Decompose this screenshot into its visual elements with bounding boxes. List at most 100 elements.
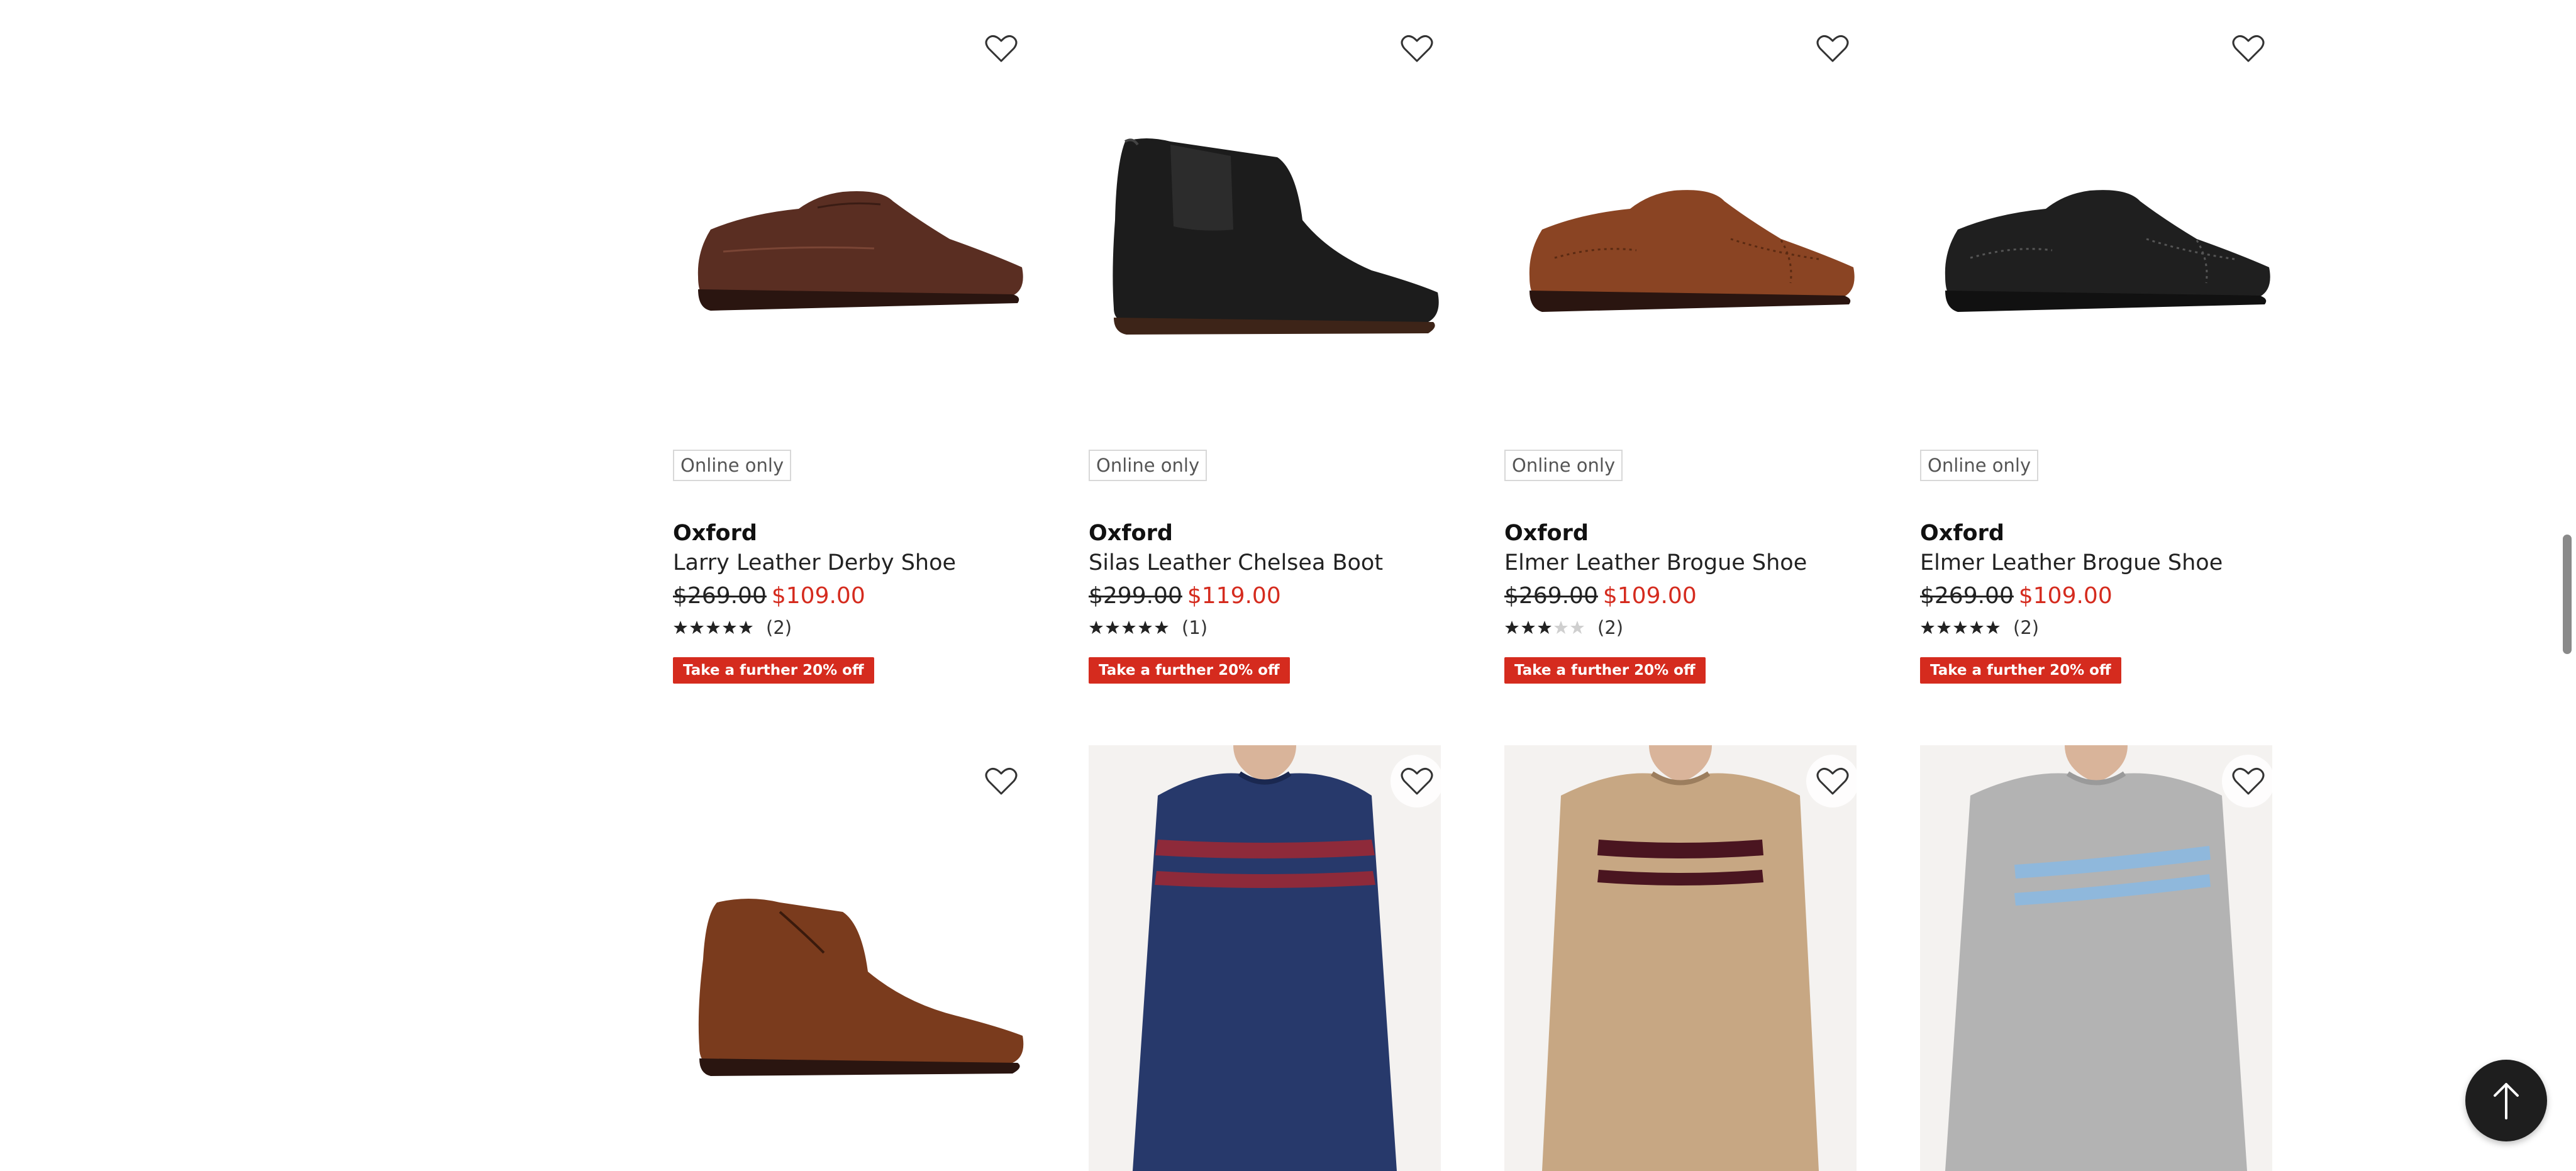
brogue-shoe-image	[1529, 190, 1855, 312]
heart-outline-icon	[1816, 767, 1849, 795]
arrow-up-icon	[2494, 1083, 2519, 1119]
star-icon	[1937, 621, 1951, 634]
grey-sweater-image	[1920, 745, 2272, 1171]
star-icon	[1538, 621, 1552, 634]
product-card[interactable]	[1920, 745, 2275, 1171]
star-icon	[690, 621, 704, 634]
star-rating	[1504, 620, 1585, 635]
product-image[interactable]	[1504, 745, 1857, 1171]
product-image[interactable]	[1504, 13, 1857, 440]
product-rating[interactable]: (1)	[1089, 616, 1208, 639]
sale-price: $109.00	[771, 583, 865, 609]
product-name[interactable]: Elmer Leather Brogue Shoe	[1920, 550, 2223, 575]
promo-badge: Take a further 20% off	[1920, 657, 2121, 684]
star-icon	[1138, 621, 1152, 634]
was-price: $269.00	[673, 583, 767, 609]
heart-outline-icon	[1816, 35, 1849, 62]
product-prices: $269.00 $109.00	[1920, 583, 2112, 609]
sale-price: $109.00	[2018, 583, 2112, 609]
wishlist-button[interactable]	[1391, 22, 1443, 75]
product-listing-page: Online only Oxford Larry Leather Derby S…	[0, 0, 2576, 1171]
online-only-badge: Online only	[1504, 450, 1623, 481]
product-card[interactable]	[1089, 745, 1443, 1171]
star-icon	[1986, 621, 2000, 634]
star-icon	[1970, 621, 1984, 634]
sale-price: $119.00	[1187, 583, 1281, 609]
product-card[interactable]: Online only Oxford Larry Leather Derby S…	[673, 13, 1028, 742]
heart-outline-icon	[2232, 767, 2265, 795]
wishlist-button[interactable]	[1391, 755, 1443, 807]
promo-badge: Take a further 20% off	[1089, 657, 1290, 684]
heart-outline-icon	[985, 35, 1018, 62]
product-card[interactable]	[1504, 745, 1859, 1171]
heart-outline-icon	[2232, 35, 2265, 62]
star-icon	[706, 621, 720, 634]
product-prices: $269.00 $109.00	[1504, 583, 1697, 609]
heart-outline-icon	[985, 767, 1018, 795]
heart-outline-icon	[1401, 767, 1433, 795]
wishlist-button[interactable]	[975, 755, 1028, 807]
star-icon	[1521, 621, 1535, 634]
promo-badge: Take a further 20% off	[673, 657, 874, 684]
product-name[interactable]: Larry Leather Derby Shoe	[673, 550, 956, 575]
wishlist-button[interactable]	[2222, 755, 2275, 807]
online-only-badge: Online only	[673, 450, 792, 481]
wishlist-button[interactable]	[975, 22, 1028, 75]
chukka-boot-image	[698, 899, 1024, 1076]
product-prices: $299.00 $119.00	[1089, 583, 1281, 609]
online-only-badge: Online only	[1089, 450, 1208, 481]
review-count: (2)	[1597, 617, 1624, 638]
star-rating	[673, 620, 753, 635]
back-to-top-button[interactable]	[2465, 1060, 2547, 1141]
chelsea-boot-image	[1113, 138, 1439, 335]
star-icon	[1554, 621, 1568, 634]
star-icon	[1953, 621, 1967, 634]
camel-sweater-image	[1504, 745, 1857, 1171]
scrollbar-thumb[interactable]	[2563, 535, 2572, 654]
product-name[interactable]: Elmer Leather Brogue Shoe	[1504, 550, 1807, 575]
star-icon	[723, 621, 736, 634]
star-icon	[1089, 621, 1103, 634]
wishlist-button[interactable]	[2222, 22, 2275, 75]
promo-badge: Take a further 20% off	[1504, 657, 1706, 684]
star-icon	[1122, 621, 1136, 634]
review-count: (1)	[1182, 617, 1208, 638]
star-icon	[674, 621, 687, 634]
star-rating	[1089, 620, 1169, 635]
star-icon	[1570, 621, 1584, 634]
was-price: $299.00	[1089, 583, 1182, 609]
product-image[interactable]	[1920, 745, 2272, 1171]
wishlist-button[interactable]	[1806, 755, 1859, 807]
product-card[interactable]: Online only Oxford Silas Leather Chelsea…	[1089, 13, 1443, 742]
product-image[interactable]	[1089, 13, 1441, 440]
sale-price: $109.00	[1602, 583, 1697, 609]
product-rating[interactable]: (2)	[1504, 616, 1623, 639]
product-image[interactable]	[673, 13, 1025, 440]
product-brand[interactable]: Oxford	[1504, 521, 1589, 546]
star-icon	[1921, 621, 1935, 634]
star-rating	[1920, 620, 2001, 635]
navy-sweater-image	[1089, 745, 1441, 1171]
product-image[interactable]	[673, 745, 1025, 1171]
star-icon	[1155, 621, 1169, 634]
product-name[interactable]: Silas Leather Chelsea Boot	[1089, 550, 1383, 575]
wishlist-button[interactable]	[1806, 22, 1859, 75]
star-icon	[1505, 621, 1519, 634]
star-icon	[1106, 621, 1119, 634]
star-icon	[739, 621, 753, 634]
product-image[interactable]	[1920, 13, 2272, 440]
product-card[interactable]	[673, 745, 1028, 1171]
product-rating[interactable]: (2)	[1920, 616, 2039, 639]
heart-outline-icon	[1401, 35, 1433, 62]
review-count: (2)	[2013, 617, 2040, 638]
product-card[interactable]: Online only Oxford Elmer Leather Brogue …	[1504, 13, 1859, 742]
product-prices: $269.00 $109.00	[673, 583, 865, 609]
product-brand[interactable]: Oxford	[673, 521, 757, 546]
online-only-badge: Online only	[1920, 450, 2039, 481]
product-card[interactable]: Online only Oxford Elmer Leather Brogue …	[1920, 13, 2275, 742]
product-image[interactable]	[1089, 745, 1441, 1171]
was-price: $269.00	[1504, 583, 1598, 609]
product-rating[interactable]: (2)	[673, 616, 792, 639]
product-brand[interactable]: Oxford	[1089, 521, 1173, 546]
product-brand[interactable]: Oxford	[1920, 521, 2004, 546]
